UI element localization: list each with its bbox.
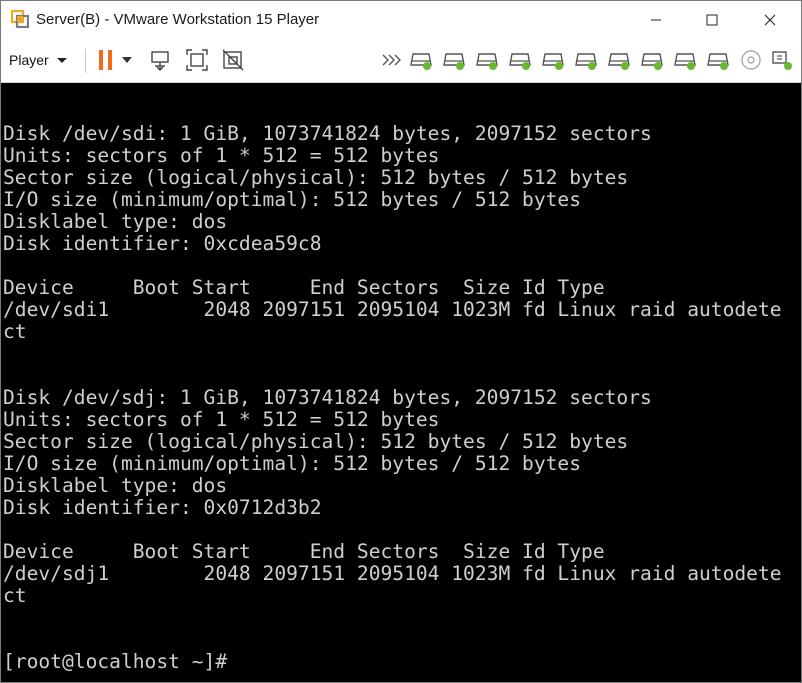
player-menu-button[interactable]: Player bbox=[9, 46, 67, 74]
title-bar[interactable]: Server(B) - VMware Workstation 15 Player bbox=[1, 1, 801, 38]
terminal-output: Disk /dev/sdi: 1 GiB, 1073741824 bytes, … bbox=[3, 123, 782, 673]
terminal-line: Disk identifier: 0x0712d3b2 bbox=[3, 496, 322, 519]
terminal-line: Disklabel type: dos bbox=[3, 474, 228, 497]
close-button[interactable] bbox=[747, 1, 793, 38]
device-usb[interactable] bbox=[769, 47, 795, 73]
hard-disk-icon bbox=[674, 53, 696, 70]
terminal-line: Device Boot Start End Sectors Size Id Ty… bbox=[3, 276, 605, 299]
cd-dvd-icon bbox=[741, 50, 761, 70]
device-hard-disk-7[interactable] bbox=[606, 47, 632, 73]
hard-disk-icon bbox=[641, 53, 663, 70]
terminal-line: Disklabel type: dos bbox=[3, 210, 228, 233]
power-options-dropdown[interactable] bbox=[119, 47, 135, 73]
guest-console[interactable]: Disk /dev/sdi: 1 GiB, 1073741824 bytes, … bbox=[1, 83, 801, 682]
terminal-line: /dev/sdj1 2048 2097151 2095104 1023M fd … bbox=[3, 562, 782, 585]
device-hard-disk-4[interactable] bbox=[507, 47, 533, 73]
hard-disk-icon bbox=[476, 53, 498, 70]
device-hard-disk-8[interactable] bbox=[639, 47, 665, 73]
pause-icon bbox=[99, 50, 112, 70]
unity-button[interactable] bbox=[220, 47, 246, 73]
minimize-icon bbox=[651, 19, 661, 20]
hard-disk-icon bbox=[443, 53, 465, 70]
device-hard-disk-1[interactable] bbox=[408, 47, 434, 73]
terminal-line: Sector size (logical/physical): 512 byte… bbox=[3, 430, 629, 453]
terminal-line: Disk /dev/sdj: 1 GiB, 1073741824 bytes, … bbox=[3, 386, 652, 409]
usb-icon bbox=[772, 51, 792, 70]
terminal-line: ct bbox=[3, 320, 27, 343]
terminal-line: Device Boot Start End Sectors Size Id Ty… bbox=[3, 540, 605, 563]
hard-disk-icon bbox=[608, 53, 630, 70]
terminal-line: Units: sectors of 1 * 512 = 512 bytes bbox=[3, 144, 440, 167]
maximize-button[interactable] bbox=[689, 1, 735, 38]
terminal-line: Units: sectors of 1 * 512 = 512 bytes bbox=[3, 408, 440, 431]
unity-icon bbox=[222, 49, 244, 71]
device-hard-disk-2[interactable] bbox=[441, 47, 467, 73]
dropdown-icon bbox=[122, 57, 132, 63]
device-hard-disk-3[interactable] bbox=[474, 47, 500, 73]
device-hard-disk-6[interactable] bbox=[573, 47, 599, 73]
terminal-line: I/O size (minimum/optimal): 512 bytes / … bbox=[3, 188, 582, 211]
player-menu-label: Player bbox=[9, 52, 49, 68]
pause-button[interactable] bbox=[93, 47, 119, 73]
expand-devices-icon bbox=[382, 54, 401, 66]
terminal-line: Sector size (logical/physical): 512 byte… bbox=[3, 166, 629, 189]
send-ctrl-alt-del-icon bbox=[151, 51, 169, 71]
fit-guest-icon bbox=[186, 49, 208, 71]
minimize-button[interactable] bbox=[633, 1, 679, 38]
device-hard-disk-10[interactable] bbox=[705, 47, 731, 73]
device-hard-disk-9[interactable] bbox=[672, 47, 698, 73]
hard-disk-icon bbox=[410, 53, 432, 70]
terminal-line: [root@localhost ~]# bbox=[3, 650, 228, 673]
terminal-line: ct bbox=[3, 584, 27, 607]
vmware-player-window: Server(B) - VMware Workstation 15 Player… bbox=[0, 0, 802, 683]
player-toolbar: Player bbox=[1, 38, 801, 83]
maximize-icon bbox=[706, 14, 718, 25]
fit-guest-button[interactable] bbox=[184, 47, 210, 73]
terminal-line: Disk identifier: 0xcdea59c8 bbox=[3, 232, 322, 255]
device-cd-dvd[interactable] bbox=[738, 47, 764, 73]
window-title: Server(B) - VMware Workstation 15 Player bbox=[36, 11, 320, 28]
hard-disk-icon bbox=[542, 53, 564, 70]
hard-disk-icon bbox=[707, 53, 729, 70]
chevron-down-icon bbox=[56, 57, 67, 63]
terminal-line: I/O size (minimum/optimal): 512 bytes / … bbox=[3, 452, 582, 475]
hard-disk-icon bbox=[575, 53, 597, 70]
close-icon bbox=[764, 14, 776, 25]
hard-disk-icon bbox=[509, 53, 531, 70]
expand-devices-button[interactable] bbox=[378, 47, 404, 73]
terminal-line: Disk /dev/sdi: 1 GiB, 1073741824 bytes, … bbox=[3, 122, 652, 145]
send-ctrl-alt-del-button[interactable] bbox=[148, 47, 174, 73]
device-hard-disk-5[interactable] bbox=[540, 47, 566, 73]
toolbar-divider bbox=[85, 49, 86, 73]
terminal-line: /dev/sdi1 2048 2097151 2095104 1023M fd … bbox=[3, 298, 782, 321]
vmware-logo-icon bbox=[10, 9, 30, 29]
